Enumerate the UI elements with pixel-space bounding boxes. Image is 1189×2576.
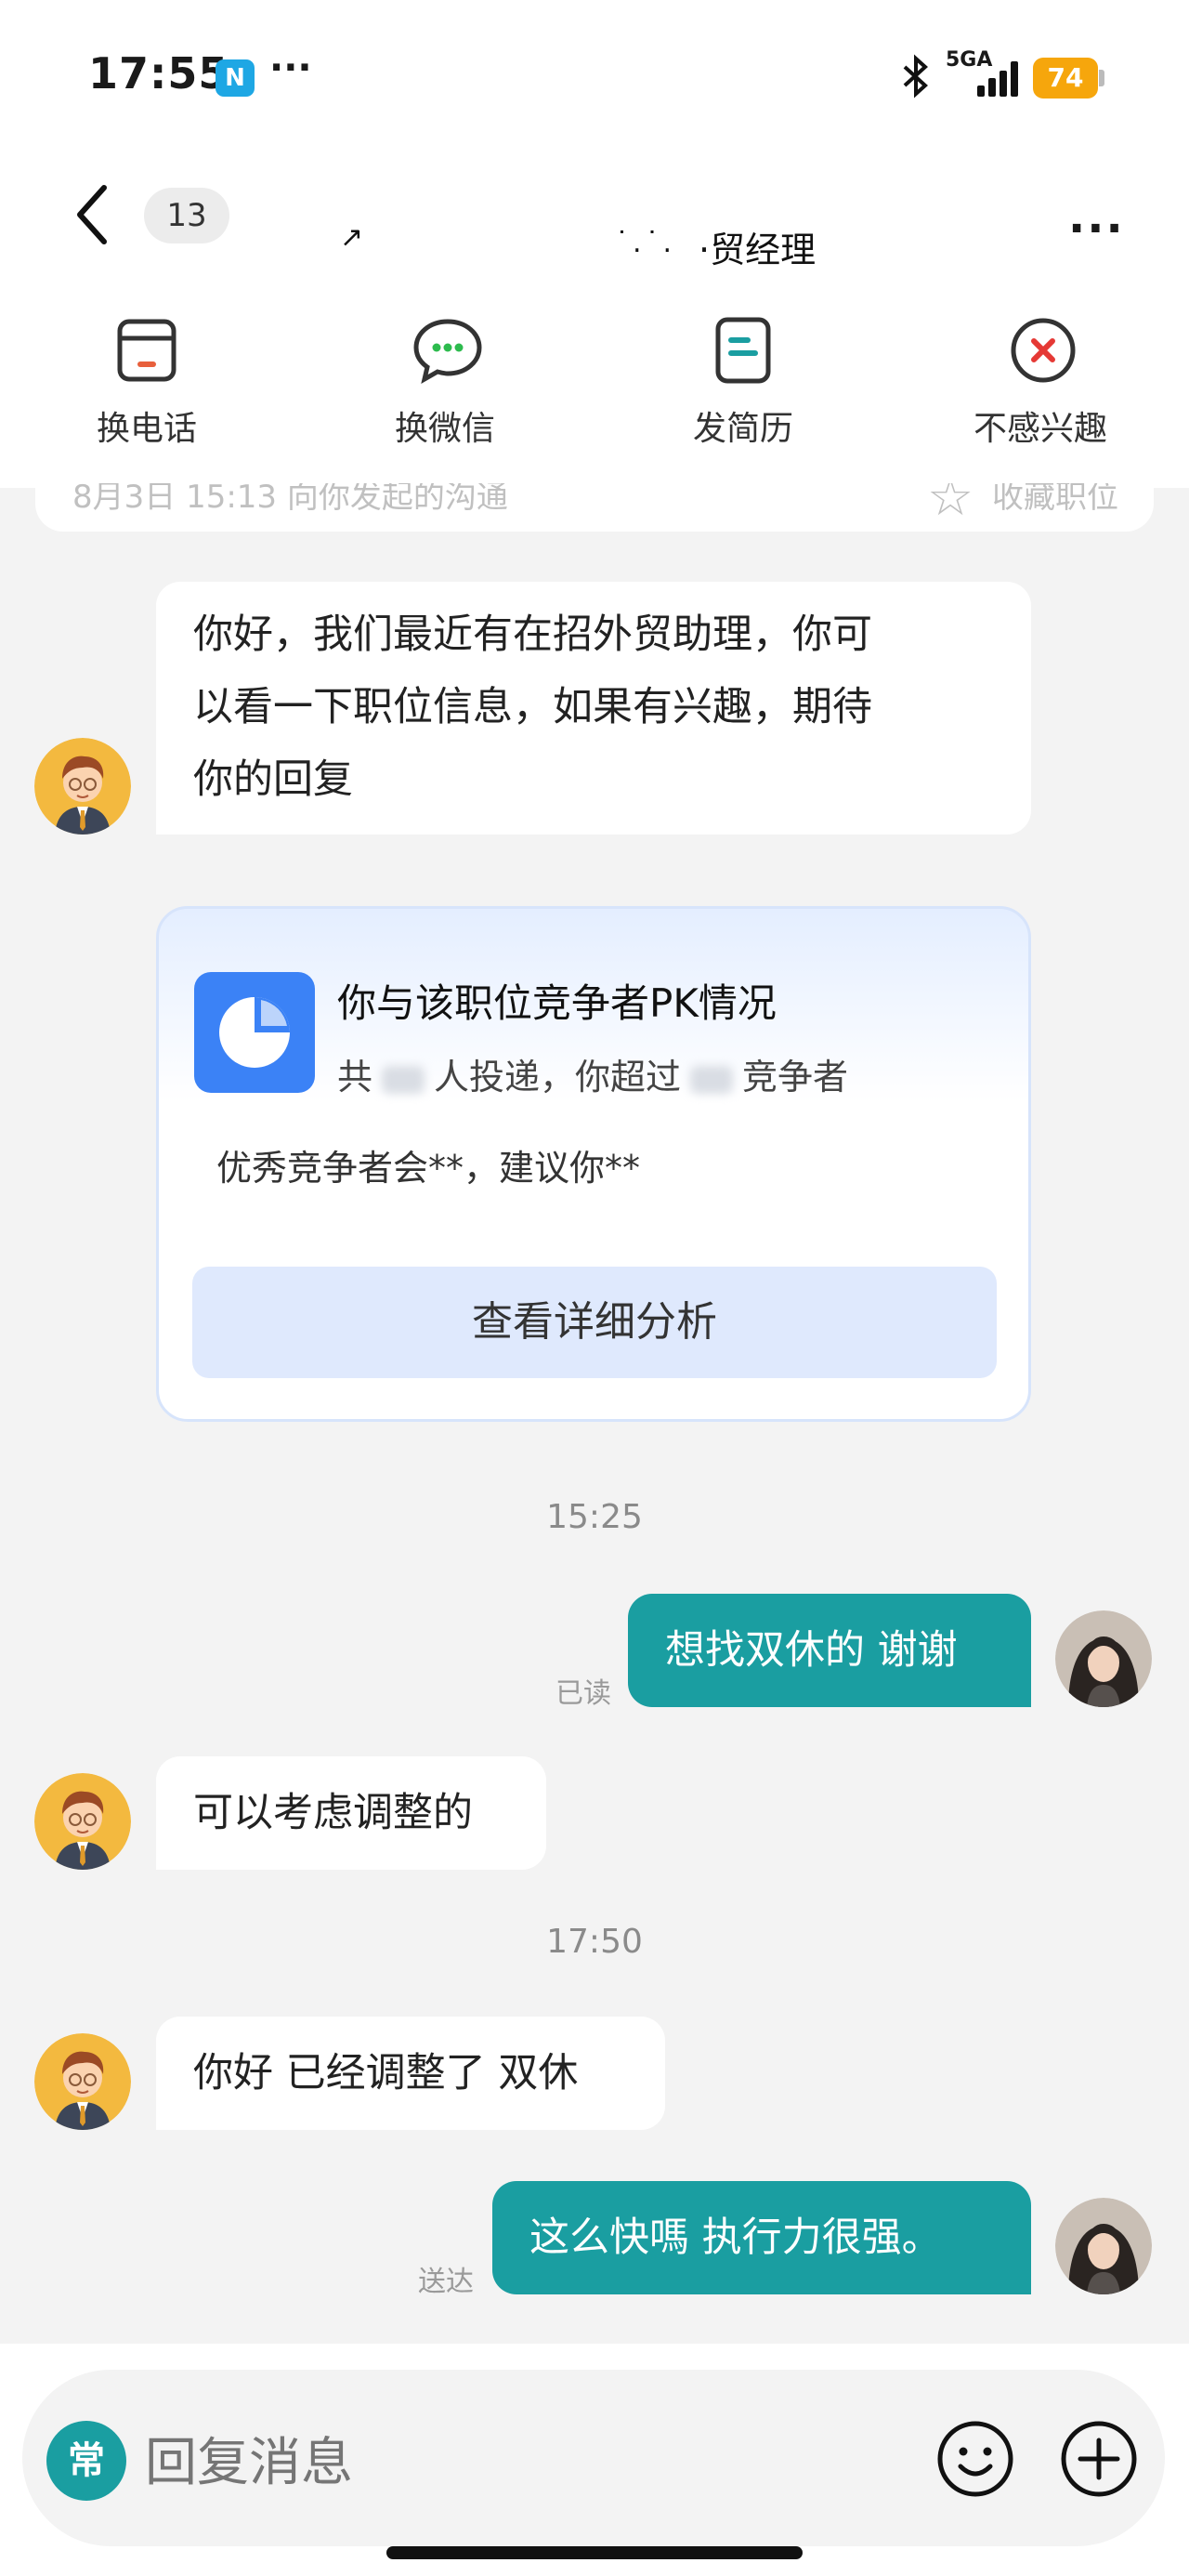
bluetooth-icon — [899, 54, 933, 108]
not-interested-button[interactable]: 不感兴趣 — [947, 316, 1133, 450]
nfc-icon: N — [216, 59, 255, 97]
battery-icon: 74 — [1033, 58, 1098, 99]
back-icon[interactable] — [72, 182, 110, 247]
action-label: 发简历 — [692, 410, 793, 448]
message-text: 以看一下职位信息，如果有兴趣，期待 — [193, 684, 872, 730]
view-analysis-button[interactable]: 查看详细分析 — [192, 1267, 997, 1378]
action-label: 换微信 — [394, 410, 495, 448]
conversation-info-strip: 8月3日 15:13 向你发起的沟通 ☆ 收藏职位 — [35, 483, 1154, 532]
reply-input[interactable] — [145, 2425, 907, 2500]
summary-text: 竞争者 — [742, 1057, 849, 1097]
sent-message-bubble: 想找双休的 谢谢 — [628, 1594, 1031, 1707]
title-fragment: ↗ — [340, 221, 364, 254]
message-bubble: 你好 已经调整了 双休 — [156, 2017, 665, 2130]
blurred-count — [382, 1065, 425, 1094]
recruiter-avatar[interactable] — [34, 738, 131, 835]
send-resume-button[interactable]: 发简历 — [650, 316, 836, 450]
chat-title: ·贸经理 — [699, 230, 817, 270]
blurred-count — [690, 1065, 734, 1094]
pie-chart-icon — [194, 972, 315, 1093]
sent-message-bubble: 这么快嗎 执行力很强。 — [492, 2181, 1031, 2294]
message-text: 你的回复 — [193, 756, 353, 803]
home-indicator — [386, 2546, 803, 2559]
plus-icon[interactable] — [1058, 2418, 1140, 2500]
status-time: 17:55 — [88, 48, 229, 99]
recruiter-avatar[interactable] — [34, 1773, 131, 1870]
pk-card-tip: 优秀竞争者会**，建议你** — [216, 1148, 641, 1189]
message-bubble: 可以考虑调整的 — [156, 1756, 546, 1870]
message-bubble: 你好，我们最近有在招外贸助理，你可 以看一下职位信息，如果有兴趣，期待 你的回复 — [156, 582, 1031, 835]
star-icon[interactable]: ☆ — [927, 483, 973, 524]
resume-icon — [711, 316, 776, 385]
read-status: 已读 — [555, 1677, 611, 1710]
action-label: 换电话 — [96, 410, 197, 448]
signal-icon — [973, 59, 1022, 97]
title-fragment: ˙.˙. — [615, 227, 676, 259]
action-label: 不感兴趣 — [973, 410, 1107, 448]
status-more-icon: ··· — [269, 46, 312, 89]
input-bar: 常 — [0, 2344, 1189, 2576]
message-timestamp: 17:50 — [546, 1923, 643, 1961]
user-avatar[interactable] — [1055, 2198, 1152, 2294]
unread-count-badge: 13 — [144, 188, 229, 243]
recruiter-avatar[interactable] — [34, 2033, 131, 2130]
user-avatar[interactable] — [1055, 1610, 1152, 1707]
message-text: 你好 已经调整了 双休 — [193, 2050, 579, 2096]
favorite-job-button[interactable]: 收藏职位 — [992, 483, 1118, 513]
message-input-box: 常 — [22, 2370, 1165, 2546]
swap-phone-button[interactable]: 换电话 — [54, 316, 240, 450]
emoji-icon[interactable] — [934, 2418, 1016, 2500]
pk-card-summary: 共 人投递，你超过 竞争者 — [337, 1048, 848, 1099]
message-timestamp: 15:25 — [546, 1498, 643, 1536]
not-interested-icon — [1008, 316, 1076, 385]
pk-analysis-card[interactable]: 你与该职位竞争者PK情况 共人投递，你超过 竞争者 优秀竞争者会**，建议你** … — [156, 906, 1031, 1422]
conversation-start-text: 8月3日 15:13 向你发起的沟通 — [72, 483, 508, 516]
phone-swap-icon — [114, 316, 179, 385]
more-options-icon[interactable]: ··· — [1068, 203, 1125, 255]
summary-text: 人投递，你超过 — [434, 1057, 682, 1097]
battery-tip — [1099, 70, 1104, 86]
message-text: 你好，我们最近有在招外贸助理，你可 — [193, 611, 872, 658]
message-text: 可以考虑调整的 — [193, 1790, 473, 1836]
message-text: 这么快嗎 执行力很强。 — [529, 2215, 942, 2261]
pk-card-title: 你与该职位竞争者PK情况 — [337, 980, 777, 1026]
delivered-status: 送达 — [418, 2266, 474, 2298]
quick-reply-button[interactable]: 常 — [46, 2421, 126, 2501]
summary-text: 共 — [337, 1057, 373, 1097]
message-text: 想找双休的 谢谢 — [665, 1627, 958, 1674]
wechat-icon — [412, 316, 482, 385]
top-bar: 17:55 N ··· 5GA 74 13 ↗ ˙.˙. ·贸经理 ··· 换电… — [0, 0, 1189, 488]
swap-wechat-button[interactable]: 换微信 — [352, 316, 538, 450]
